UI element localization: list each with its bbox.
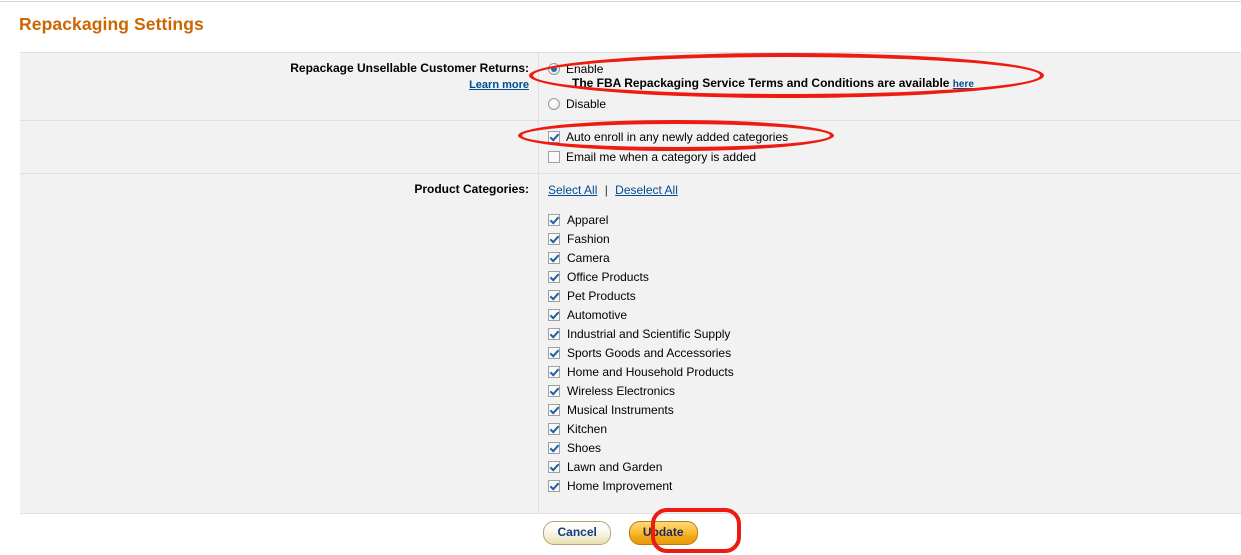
terms-and-conditions-line: The FBA Repackaging Service Terms and Co…: [548, 76, 1241, 92]
notifications-label-cell: [20, 120, 539, 174]
category-checkbox-icon[interactable]: [548, 423, 560, 435]
radio-option-enable[interactable]: Enable: [548, 61, 1241, 77]
notifications-field-cell: Auto enroll in any newly added categorie…: [538, 120, 1241, 174]
radio-disable-label: Disable: [566, 97, 607, 111]
update-button[interactable]: Update: [628, 521, 698, 545]
category-label: Automotive: [567, 308, 628, 322]
category-checkbox-row[interactable]: Pet Products: [548, 288, 1241, 307]
product-categories-label-cell: Product Categories:: [20, 173, 539, 514]
category-checkbox-icon[interactable]: [548, 309, 560, 321]
deselect-all-link[interactable]: Deselect All: [615, 183, 678, 197]
row-product-categories: Product Categories: Select All | Deselec…: [20, 173, 1241, 514]
category-checkbox-icon[interactable]: [548, 328, 560, 340]
category-checkbox-icon[interactable]: [548, 271, 560, 283]
learn-more-wrap: Learn more: [20, 77, 529, 91]
category-checkbox-row[interactable]: Automotive: [548, 307, 1241, 326]
category-checkbox-icon[interactable]: [548, 233, 560, 245]
checkbox-email-on-category-added[interactable]: Email me when a category is added: [548, 149, 1241, 165]
radio-disable-icon[interactable]: [548, 98, 560, 110]
product-categories-list: Apparel Fashion Camera Office Products Pet P…: [548, 212, 1241, 497]
category-label: Shoes: [567, 441, 602, 455]
category-checkbox-row[interactable]: Industrial and Scientific Supply: [548, 326, 1241, 345]
repackage-field-cell: Enable The FBA Repackaging Service Terms…: [538, 52, 1241, 121]
category-label: Kitchen: [567, 422, 608, 436]
category-label: Camera: [567, 251, 610, 265]
category-checkbox-row[interactable]: Lawn and Garden: [548, 459, 1241, 478]
category-label: Home Improvement: [567, 479, 673, 493]
checkbox-email-on-category-added-label: Email me when a category is added: [566, 150, 757, 164]
category-label: Office Products: [567, 270, 649, 284]
cancel-button[interactable]: Cancel: [543, 521, 611, 545]
category-checkbox-icon[interactable]: [548, 404, 560, 416]
category-label: Wireless Electronics: [567, 384, 676, 398]
category-checkbox-icon[interactable]: [548, 480, 560, 492]
form-button-bar: Cancel Update: [0, 521, 1241, 545]
category-checkbox-icon[interactable]: [548, 461, 560, 473]
category-checkbox-row[interactable]: Home Improvement: [548, 478, 1241, 497]
category-label: Sports Goods and Accessories: [567, 346, 732, 360]
category-label: Fashion: [567, 232, 610, 246]
page-top-divider: [0, 1, 1241, 2]
terms-here-link[interactable]: here: [953, 79, 974, 90]
category-label: Pet Products: [567, 289, 636, 303]
repackage-label-cell: Repackage Unsellable Customer Returns: L…: [20, 52, 539, 121]
category-label: Lawn and Garden: [567, 460, 663, 474]
product-categories-field-cell: Select All | Deselect All Apparel Fashion…: [538, 173, 1241, 514]
category-checkbox-row[interactable]: Office Products: [548, 269, 1241, 288]
repackaging-settings-table: Repackage Unsellable Customer Returns: L…: [20, 52, 1241, 514]
learn-more-link[interactable]: Learn more: [469, 79, 529, 91]
select-all-link[interactable]: Select All: [548, 183, 597, 197]
radio-enable-label: Enable: [566, 62, 604, 76]
select-deselect-separator: |: [604, 183, 608, 197]
category-checkbox-row[interactable]: Sports Goods and Accessories: [548, 345, 1241, 364]
row-repackage-unsellable-returns: Repackage Unsellable Customer Returns: L…: [20, 52, 1241, 121]
category-label: Apparel: [567, 213, 609, 227]
checkbox-email-on-category-added-icon[interactable]: [548, 151, 560, 163]
checkbox-auto-enroll-icon[interactable]: [548, 131, 560, 143]
category-checkbox-icon[interactable]: [548, 214, 560, 226]
category-checkbox-icon[interactable]: [548, 442, 560, 454]
category-checkbox-row[interactable]: Apparel: [548, 212, 1241, 231]
product-categories-field-label: Product Categories:: [414, 182, 529, 196]
category-checkbox-row[interactable]: Kitchen: [548, 421, 1241, 440]
checkbox-auto-enroll[interactable]: Auto enroll in any newly added categorie…: [548, 129, 1241, 145]
select-deselect-row: Select All | Deselect All: [548, 182, 1241, 198]
category-checkbox-icon[interactable]: [548, 252, 560, 264]
category-checkbox-row[interactable]: Camera: [548, 250, 1241, 269]
repackage-field-label: Repackage Unsellable Customer Returns:: [290, 61, 529, 75]
category-checkbox-row[interactable]: Fashion: [548, 231, 1241, 250]
category-label: Home and Household Products: [567, 365, 734, 379]
checkbox-auto-enroll-label: Auto enroll in any newly added categorie…: [566, 130, 789, 144]
radio-option-disable[interactable]: Disable: [548, 96, 1241, 112]
category-label: Industrial and Scientific Supply: [567, 327, 731, 341]
row-notification-options: Auto enroll in any newly added categorie…: [20, 120, 1241, 174]
radio-enable-icon[interactable]: [548, 63, 560, 75]
category-label: Musical Instruments: [567, 403, 674, 417]
category-checkbox-icon[interactable]: [548, 347, 560, 359]
terms-text: The FBA Repackaging Service Terms and Co…: [572, 76, 950, 90]
category-checkbox-row[interactable]: Musical Instruments: [548, 402, 1241, 421]
page-title: Repackaging Settings: [19, 14, 204, 34]
category-checkbox-icon[interactable]: [548, 385, 560, 397]
category-checkbox-icon[interactable]: [548, 290, 560, 302]
category-checkbox-row[interactable]: Wireless Electronics: [548, 383, 1241, 402]
category-checkbox-row[interactable]: Home and Household Products: [548, 364, 1241, 383]
category-checkbox-row[interactable]: Shoes: [548, 440, 1241, 459]
category-checkbox-icon[interactable]: [548, 366, 560, 378]
